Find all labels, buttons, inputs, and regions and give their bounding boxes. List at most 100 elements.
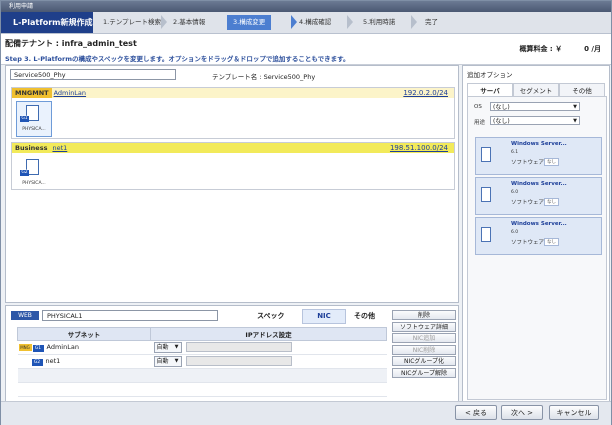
card-name: Windows Server... (511, 181, 567, 187)
chevron-down-icon: ▼ (573, 118, 577, 124)
option-card[interactable]: Windows Server... 6.1 ソフトウェア なし (475, 137, 602, 175)
wizard-steps-bar: L-Platform新規作成 1.テンプレート検索 2.基本情報 3.構成変更 … (1, 12, 611, 34)
segment-header: MNGMNT AdminLan 192.0.2.0/24 (12, 88, 454, 98)
nic-group-badge: G1 (32, 345, 44, 352)
table-header-row: サブネット IPアドレス設定 (17, 327, 387, 341)
server-label: PHYSICA... (22, 127, 46, 132)
segment-name-link[interactable]: AdminLan (54, 89, 86, 97)
segment-address-link[interactable]: 192.0.2.0/24 (403, 88, 448, 98)
server-options-list: OS (なし) ▼ 用途 (なし) ▼ Windows Server... 6.1 … (467, 96, 607, 400)
cancel-button[interactable]: キャンセル (549, 405, 599, 420)
card-version: 6.0 (511, 190, 519, 195)
option-card[interactable]: Windows Server... 6.0 ソフトウェア なし (475, 177, 602, 215)
step-complete: 完了 (425, 18, 438, 26)
segment-address-link[interactable]: 198.51.100.0/24 (390, 143, 448, 153)
card-type: ソフトウェア (511, 200, 545, 206)
additional-options-panel: 追加オプション サーバ セグメント その他 OS (なし) ▼ 用途 (なし) ▼ … (462, 65, 610, 403)
server-group-badge: G2 (20, 170, 29, 176)
estimated-price: 概算料金 : ￥ 0 /月 (520, 44, 602, 54)
nic-ungroup-button[interactable]: NICグループ解除 (392, 367, 456, 378)
server-action-buttons: 削除 ソフトウェア詳細 NIC追加 NIC削除 NICグループ化 NICグループ… (392, 310, 456, 379)
option-card[interactable]: Windows Server... 6.0 ソフトウェア なし (475, 217, 602, 255)
card-version: 6.1 (511, 150, 519, 155)
mng-badge: MNG (18, 344, 32, 351)
server-type-tag: WEB (11, 311, 39, 320)
tab-other[interactable]: その他 (354, 311, 375, 321)
server-icon (481, 187, 491, 202)
table-row[interactable]: MNG G1 AdminLan 自動 ▼ (17, 340, 387, 355)
step-arrow (411, 15, 417, 29)
usage-label: 用途 (474, 120, 486, 126)
nic-subnet: AdminLan (46, 343, 79, 351)
app-title: L-Platform新規作成 (1, 12, 93, 33)
os-select[interactable]: (なし) ▼ (490, 102, 580, 111)
ip-mode-select[interactable]: 自動 ▼ (153, 342, 182, 353)
os-label: OS (474, 104, 482, 110)
step-arrow (161, 15, 167, 29)
nic-delete-button[interactable]: NIC削除 (392, 344, 456, 355)
step-terms: 5.利用時諾 (363, 18, 396, 26)
price-label: 概算料金 : ￥ (519, 45, 563, 53)
table-row (17, 382, 387, 397)
table-row (17, 368, 387, 383)
step-config-confirm: 4.構成確認 (299, 18, 332, 26)
nic-subnet-cell: MNG G1 AdminLan (17, 340, 151, 355)
tab-server[interactable]: サーバ (467, 83, 513, 97)
tab-spec[interactable]: スペック (257, 311, 285, 321)
chevron-down-icon: ▼ (174, 358, 179, 364)
wizard-footer: < 戻る 次へ > キャンセル (1, 401, 611, 425)
page-header: 配備テナント : infra_admin_test 概算料金 : ￥ 0 /月 … (1, 34, 611, 65)
card-badge: なし (544, 158, 559, 166)
step-template-search: 1.テンプレート検索 (103, 18, 162, 26)
tab-other-options[interactable]: その他 (559, 83, 605, 97)
nic-add-button[interactable]: NIC追加 (392, 333, 456, 343)
back-button[interactable]: < 戻る (455, 405, 497, 420)
server-label: PHYSICA... (22, 181, 46, 186)
step-hint: Step 3. L-Platformの構成やスペックを変更します。オプションをド… (5, 55, 350, 63)
nic-group-button[interactable]: NICグループ化 (392, 356, 456, 366)
ip-mode-value: 自動 (156, 358, 169, 365)
lplatform-name-input[interactable]: Service500_Phy (10, 69, 176, 80)
server-icon-card[interactable]: G1 PHYSICA... (16, 101, 52, 137)
template-name: テンプレート名 : Service500_Phy (212, 73, 316, 81)
server-group-badge: G1 (20, 116, 29, 122)
configuration-canvas: Service500_Phy テンプレート名 : Service500_Phy … (5, 65, 459, 303)
nic-table: サブネット IPアドレス設定 MNG G1 AdminLan 自動 ▼ G2 net1 … (17, 327, 387, 397)
chevron-down-icon: ▼ (573, 104, 577, 110)
segment-tag: Business (15, 144, 48, 152)
usage-select[interactable]: (なし) ▼ (490, 116, 580, 125)
ip-mode-select[interactable]: 自動 ▼ (153, 356, 182, 367)
step-arrow (347, 15, 353, 29)
segment-business[interactable]: Business net1 198.51.100.0/24 G2 PHYSICA.… (11, 142, 455, 190)
segment-name-link[interactable]: net1 (52, 144, 67, 152)
delete-button[interactable]: 削除 (392, 310, 456, 320)
step-arrow (291, 15, 297, 29)
ip-address-input (185, 356, 292, 366)
chevron-down-icon: ▼ (174, 344, 179, 350)
tab-nic[interactable]: NIC (302, 309, 346, 324)
step-config-change: 3.構成変更 (227, 15, 272, 30)
tab-segment[interactable]: セグメント (513, 83, 559, 97)
card-version: 6.0 (511, 230, 519, 235)
server-name-input[interactable]: PHYSICAL1 (42, 310, 218, 321)
server-detail-panel: WEB PHYSICAL1 スペック NIC その他 サブネット IPアドレス設… (5, 305, 459, 402)
card-type: ソフトウェア (511, 160, 545, 166)
segment-header: Business net1 198.51.100.0/24 (12, 143, 454, 153)
segment-tag: MNGMNT (12, 88, 52, 98)
usage-select-value: (なし) (493, 118, 510, 125)
segment-mngmnt[interactable]: MNGMNT AdminLan 192.0.2.0/24 G1 PHYSICA..… (11, 87, 455, 139)
software-detail-button[interactable]: ソフトウェア詳細 (392, 321, 456, 332)
server-icon (481, 227, 491, 242)
server-icon-card[interactable]: G2 PHYSICA... (16, 155, 52, 191)
nic-group-badge: G2 (31, 359, 43, 366)
table-row[interactable]: G2 net1 自動 ▼ (17, 354, 387, 369)
price-value: 0 /月 (584, 45, 601, 53)
next-button[interactable]: 次へ > (501, 405, 543, 420)
card-name: Windows Server... (511, 221, 567, 227)
nic-ip-cell: 自動 ▼ (150, 354, 387, 369)
options-title: 追加オプション (467, 71, 513, 79)
card-badge: なし (544, 238, 559, 246)
window-title: 利用申請 (9, 3, 34, 10)
column-header-ip: IPアドレス設定 (150, 327, 387, 341)
os-select-value: (なし) (493, 104, 510, 111)
